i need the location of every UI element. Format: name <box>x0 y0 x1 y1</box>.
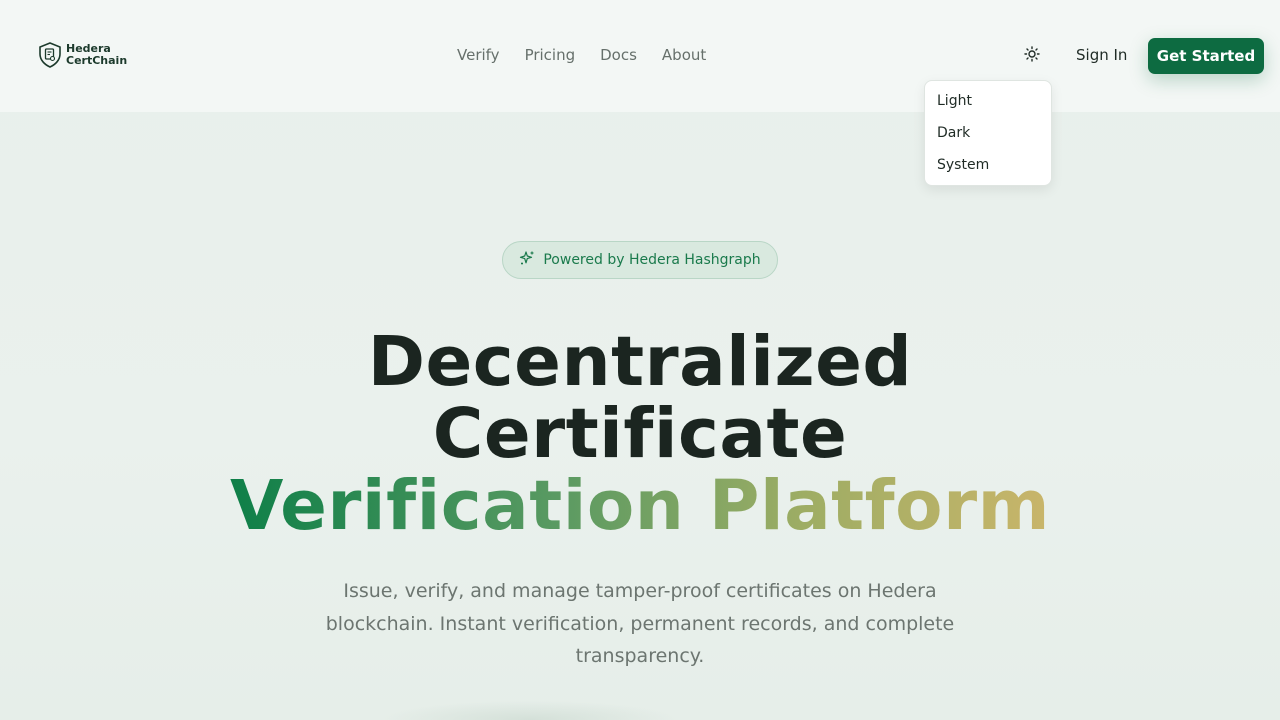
theme-menu: Light Dark System <box>924 80 1052 186</box>
brand-logo[interactable]: Hedera CertChain <box>38 42 127 68</box>
headline-line2: Certificate <box>432 394 848 474</box>
theme-toggle-button[interactable] <box>1018 42 1046 70</box>
sparkles-icon <box>519 250 535 270</box>
hero-headline: Decentralized Certificate Verification P… <box>0 326 1280 542</box>
main-nav: Verify Pricing Docs About <box>457 46 706 64</box>
badge-text: Powered by Hedera Hashgraph <box>543 252 761 268</box>
hero-subtitle: Issue, verify, and manage tamper-proof c… <box>325 580 955 667</box>
theme-option-dark[interactable]: Dark <box>925 117 1051 149</box>
theme-option-system[interactable]: System <box>925 149 1051 181</box>
headline-line1: Decentralized <box>367 322 913 402</box>
nav-link-about[interactable]: About <box>662 46 706 64</box>
brand-name: Hedera CertChain <box>66 43 127 67</box>
sun-icon <box>1024 46 1040 66</box>
theme-option-light[interactable]: Light <box>925 85 1051 117</box>
get-started-button[interactable]: Get Started <box>1148 38 1264 74</box>
decorative-glow <box>380 700 680 720</box>
headline-accent: Verification Platform <box>229 466 1051 546</box>
nav-link-pricing[interactable]: Pricing <box>525 46 576 64</box>
top-navbar: Hedera CertChain Verify Pricing Docs Abo… <box>0 0 1280 112</box>
nav-link-verify[interactable]: Verify <box>457 46 500 64</box>
brand-line2: CertChain <box>66 54 128 67</box>
powered-by-badge: Powered by Hedera Hashgraph <box>502 241 778 279</box>
shield-certificate-icon <box>38 42 62 68</box>
sign-in-button[interactable]: Sign In <box>1076 46 1127 64</box>
page: Hedera CertChain Verify Pricing Docs Abo… <box>0 0 1280 720</box>
nav-link-docs[interactable]: Docs <box>600 46 637 64</box>
